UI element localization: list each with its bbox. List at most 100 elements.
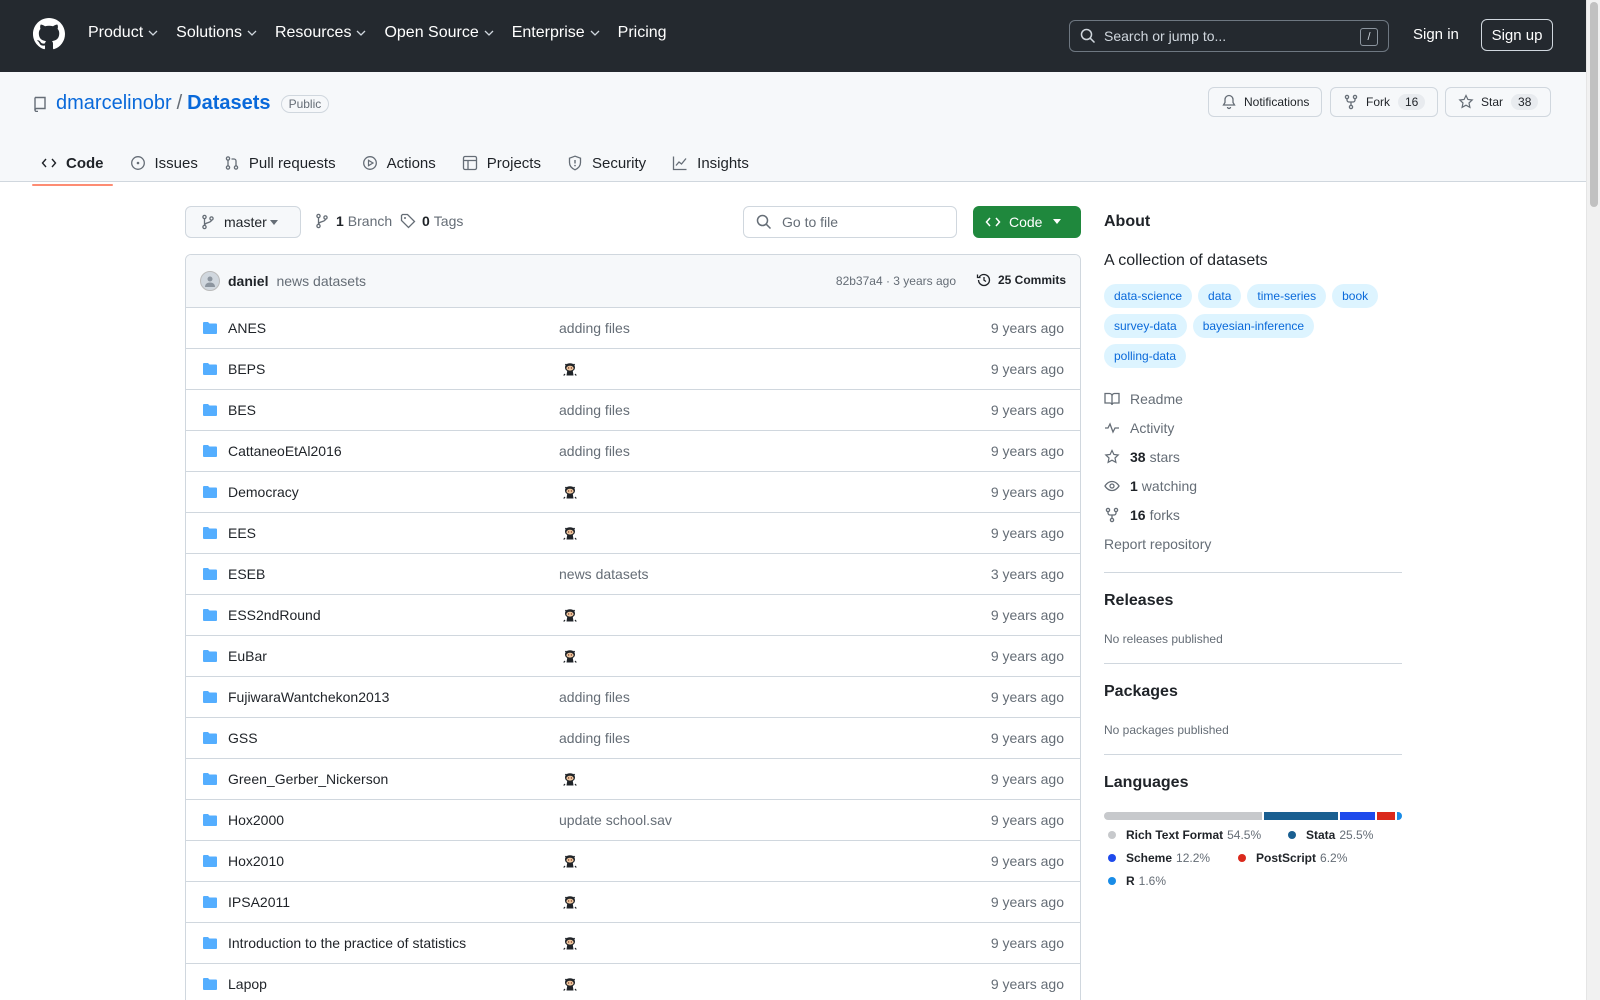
notifications-button[interactable]: Notifications: [1208, 87, 1323, 117]
commit-age[interactable]: 9 years ago: [991, 320, 1064, 336]
language-item[interactable]: R 1.6%: [1108, 874, 1166, 888]
commit-message-link[interactable]: adding files: [559, 402, 630, 418]
commit-age[interactable]: 9 years ago: [991, 402, 1064, 418]
commit-age[interactable]: 9 years ago: [991, 771, 1064, 787]
repo-name-link[interactable]: Datasets: [187, 92, 270, 115]
commit-age[interactable]: 9 years ago: [991, 525, 1064, 541]
file-name-link[interactable]: Democracy: [228, 484, 299, 500]
tab-pull-requests[interactable]: Pull requests: [215, 144, 345, 182]
repo-owner-link[interactable]: dmarcelinobr: [56, 92, 172, 115]
table-row[interactable]: GSS adding files 9 years ago: [186, 718, 1080, 759]
sign-up-button[interactable]: Sign up: [1481, 19, 1553, 51]
tab-code[interactable]: Code: [32, 144, 113, 186]
table-row[interactable]: ANES adding files 9 years ago: [186, 308, 1080, 349]
tags-link[interactable]: 0 Tags: [400, 213, 463, 229]
topic-tag[interactable]: bayesian-inference: [1192, 314, 1315, 338]
file-name-link[interactable]: CattaneoEtAl2016: [228, 443, 342, 459]
commit-age[interactable]: 9 years ago: [991, 853, 1064, 869]
file-name-link[interactable]: Green_Gerber_Nickerson: [228, 771, 388, 787]
nav-product[interactable]: Product: [88, 24, 159, 42]
file-name-link[interactable]: BEPS: [228, 361, 265, 377]
table-row[interactable]: EES 9 years ago: [186, 513, 1080, 554]
commit-age[interactable]: 9 years ago: [991, 484, 1064, 500]
table-row[interactable]: BEPS 9 years ago: [186, 349, 1080, 390]
file-name-link[interactable]: GSS: [228, 730, 258, 746]
table-row[interactable]: Lapop 9 years ago: [186, 964, 1080, 1000]
commits-history-link[interactable]: 25 Commits: [976, 272, 1066, 288]
table-row[interactable]: ESEB news datasets 3 years ago: [186, 554, 1080, 595]
table-row[interactable]: EuBar 9 years ago: [186, 636, 1080, 677]
file-name-link[interactable]: ANES: [228, 320, 266, 336]
language-item[interactable]: Scheme 12.2%: [1108, 851, 1210, 865]
releases-heading[interactable]: Releases: [1104, 592, 1173, 610]
commit-message-link[interactable]: update school.sav: [559, 812, 672, 828]
nav-pricing[interactable]: Pricing: [618, 24, 667, 42]
table-row[interactable]: Green_Gerber_Nickerson 9 years ago: [186, 759, 1080, 800]
nav-solutions[interactable]: Solutions: [176, 24, 258, 42]
commit-message-link[interactable]: adding files: [559, 320, 630, 336]
activity-link[interactable]: Activity: [1104, 420, 1174, 436]
file-name-link[interactable]: Hox2010: [228, 853, 284, 869]
topic-tag[interactable]: book: [1332, 284, 1379, 308]
file-name-link[interactable]: Introduction to the practice of statisti…: [228, 935, 466, 951]
branch-selector[interactable]: master: [185, 206, 301, 238]
commit-message[interactable]: news datasets: [276, 273, 366, 289]
watchers-link[interactable]: 1 watching: [1104, 478, 1197, 494]
sign-in-link[interactable]: Sign in: [1413, 26, 1459, 43]
file-name-link[interactable]: IPSA2011: [228, 894, 290, 910]
topic-tag[interactable]: survey-data: [1104, 314, 1187, 338]
packages-heading[interactable]: Packages: [1104, 683, 1178, 701]
page-scrollbar[interactable]: [1586, 0, 1600, 1000]
file-name-link[interactable]: EES: [228, 525, 256, 541]
tab-security[interactable]: Security: [558, 144, 655, 182]
topic-tag[interactable]: polling-data: [1104, 344, 1187, 368]
commit-age[interactable]: 9 years ago: [991, 361, 1064, 377]
table-row[interactable]: Introduction to the practice of statisti…: [186, 923, 1080, 964]
file-name-link[interactable]: EuBar: [228, 648, 267, 664]
commit-age[interactable]: 9 years ago: [991, 730, 1064, 746]
commit-age[interactable]: 9 years ago: [991, 607, 1064, 623]
language-item[interactable]: Stata 25.5%: [1288, 828, 1373, 842]
file-name-link[interactable]: BES: [228, 402, 256, 418]
tab-projects[interactable]: Projects: [453, 144, 550, 182]
commit-age[interactable]: 3 years ago: [991, 566, 1064, 582]
table-row[interactable]: FujiwaraWantchekon2013 adding files 9 year…: [186, 677, 1080, 718]
nav-resources[interactable]: Resources: [275, 24, 367, 42]
commit-message-link[interactable]: news datasets: [559, 566, 649, 582]
commit-age[interactable]: 9 years ago: [991, 976, 1064, 992]
nav-enterprise[interactable]: Enterprise: [512, 24, 601, 42]
table-row[interactable]: BES adding files 9 years ago: [186, 390, 1080, 431]
commit-message-link[interactable]: adding files: [559, 443, 630, 459]
tab-insights[interactable]: Insights: [663, 144, 758, 182]
file-name-link[interactable]: FujiwaraWantchekon2013: [228, 689, 389, 705]
github-logo-icon[interactable]: [33, 18, 65, 50]
table-row[interactable]: ESS2ndRound 9 years ago: [186, 595, 1080, 636]
commit-author[interactable]: daniel: [228, 273, 268, 289]
table-row[interactable]: CattaneoEtAl2016 adding files 9 years ago: [186, 431, 1080, 472]
fork-button[interactable]: Fork 16: [1330, 87, 1439, 117]
tab-issues[interactable]: Issues: [121, 144, 207, 182]
commit-age[interactable]: 9 years ago: [991, 935, 1064, 951]
table-row[interactable]: Hox2010 9 years ago: [186, 841, 1080, 882]
nav-open-source[interactable]: Open Source: [384, 24, 494, 42]
star-button[interactable]: Star 38: [1445, 87, 1552, 117]
branches-link[interactable]: 1 Branch: [314, 213, 392, 229]
commit-age[interactable]: 9 years ago: [991, 812, 1064, 828]
language-item[interactable]: Rich Text Format 54.5%: [1108, 828, 1261, 842]
code-dropdown-button[interactable]: Code: [973, 206, 1081, 238]
commit-age[interactable]: 9 years ago: [991, 443, 1064, 459]
commit-age[interactable]: 9 years ago: [991, 648, 1064, 664]
avatar[interactable]: [200, 271, 220, 291]
topic-tag[interactable]: data: [1198, 284, 1242, 308]
file-name-link[interactable]: Hox2000: [228, 812, 284, 828]
tab-actions[interactable]: Actions: [353, 144, 445, 182]
file-name-link[interactable]: Lapop: [228, 976, 267, 992]
report-repository-link[interactable]: Report repository: [1104, 536, 1211, 552]
commit-message-link[interactable]: adding files: [559, 730, 630, 746]
language-item[interactable]: PostScript 6.2%: [1238, 851, 1347, 865]
commit-age[interactable]: 9 years ago: [991, 689, 1064, 705]
scrollbar-thumb[interactable]: [1590, 2, 1598, 207]
search-input[interactable]: Search or jump to... /: [1069, 20, 1389, 52]
table-row[interactable]: IPSA2011 9 years ago: [186, 882, 1080, 923]
readme-link[interactable]: Readme: [1104, 391, 1183, 407]
